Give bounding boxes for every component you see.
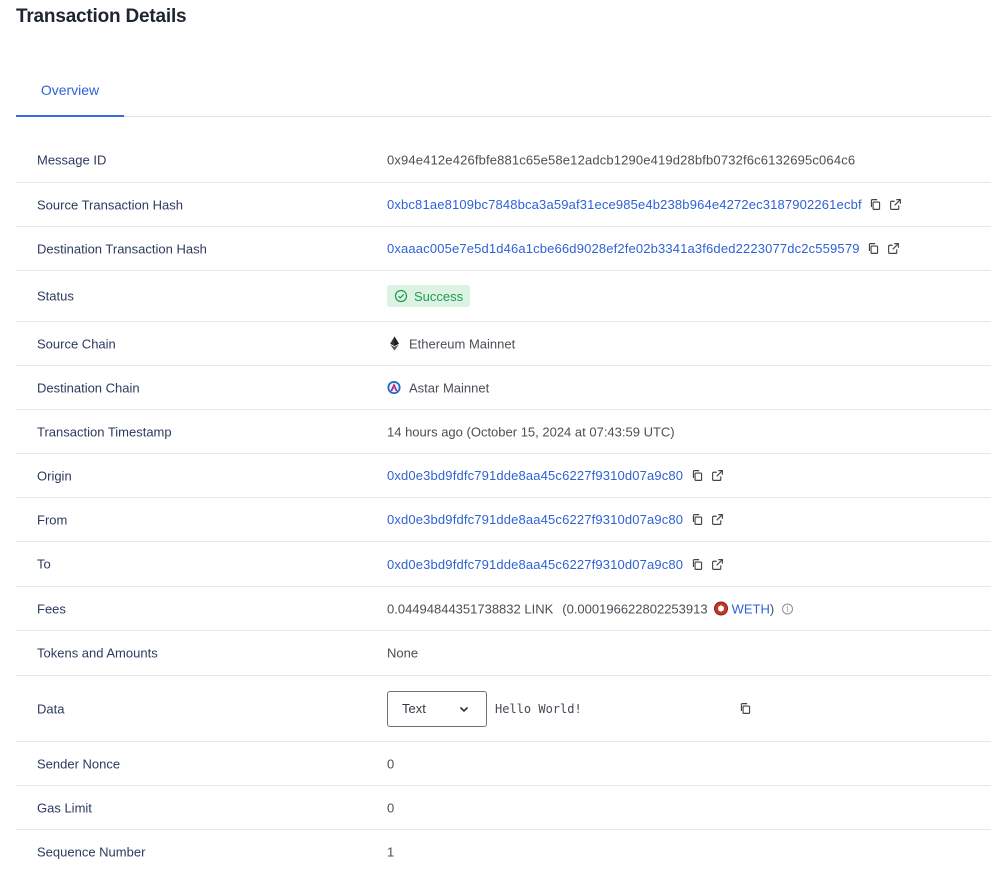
row-value: 0.04494844351738832 LINK (0.000196622802… (387, 601, 794, 616)
detail-row-sender-nonce: Sender Nonce 0 (16, 742, 991, 786)
detail-row-tokens: Tokens and Amounts None (16, 631, 991, 676)
row-value: 0xd0e3bd9fdfc791dde8aa45c6227f9310d07a9c… (387, 556, 725, 572)
info-icon[interactable]: i (782, 603, 794, 614)
detail-row-status: Status Success (16, 271, 991, 322)
copy-icon[interactable] (868, 197, 884, 213)
fees-close-paren: ) (769, 601, 775, 616)
detail-row-dest-chain: Destination Chain Astar Mainnet (16, 366, 991, 410)
copy-icon[interactable] (737, 701, 753, 717)
row-value: 0x94e412e426fbfe881c65e58e12adcb1290e419… (387, 153, 855, 168)
sender-nonce-value: 0 (387, 756, 395, 771)
dest-tx-hash-link[interactable]: 0xaaac005e7e5d1d46a1cbe66d9028ef2fe02b33… (387, 241, 860, 256)
row-label: Sender Nonce (37, 756, 121, 771)
row-value: 0xaaac005e7e5d1d46a1cbe66d9028ef2fe02b33… (387, 241, 902, 257)
detail-row-message-id: Message ID 0x94e412e426fbfe881c65e58e12a… (16, 138, 991, 183)
fees-link-amount: 0.04494844351738832 LINK (387, 601, 554, 616)
copy-icon[interactable] (689, 556, 705, 572)
dest-chain-name: Astar Mainnet (409, 380, 490, 395)
weth-icon (713, 601, 728, 616)
row-label: From (37, 512, 68, 527)
row-label: Transaction Timestamp (37, 424, 172, 439)
external-link-icon[interactable] (709, 468, 725, 484)
tab-bar: Overview (16, 64, 991, 117)
row-label: Gas Limit (37, 800, 92, 815)
gas-limit-value: 0 (387, 800, 395, 815)
row-value: Ethereum Mainnet (387, 336, 515, 351)
row-label: Status (37, 288, 74, 304)
row-label: Source Transaction Hash (37, 197, 183, 212)
source-tx-hash-link[interactable]: 0xbc81ae8109bc7848bca3a59af31ece985e4b23… (387, 197, 862, 212)
check-circle-icon (394, 289, 408, 303)
chevron-down-icon (459, 706, 469, 712)
ethereum-icon (387, 336, 401, 351)
astar-icon (387, 380, 401, 395)
row-value: 0xbc81ae8109bc7848bca3a59af31ece985e4b23… (387, 197, 904, 213)
detail-row-fees: Fees 0.04494844351738832 LINK (0.0001966… (16, 587, 991, 631)
row-value: None (387, 646, 418, 661)
copy-icon[interactable] (689, 512, 705, 528)
detail-row-dest-tx-hash: Destination Transaction Hash 0xaaac005e7… (16, 227, 991, 271)
row-label: Origin (37, 468, 72, 483)
row-value: 0xd0e3bd9fdfc791dde8aa45c6227f9310d07a9c… (387, 512, 725, 528)
detail-row-data: Data Text Hello World! (16, 676, 991, 742)
row-value: Success (387, 285, 471, 307)
origin-address-link[interactable]: 0xd0e3bd9fdfc791dde8aa45c6227f9310d07a9c… (387, 468, 683, 483)
tokens-value: None (387, 645, 419, 661)
external-link-icon[interactable] (886, 241, 902, 257)
row-label: Fees (37, 601, 66, 616)
row-value: 14 hours ago (October 15, 2024 at 07:43:… (387, 424, 675, 439)
row-value: 1 (387, 845, 394, 860)
from-address-link[interactable]: 0xd0e3bd9fdfc791dde8aa45c6227f9310d07a9c… (387, 512, 683, 527)
row-value: 0xd0e3bd9fdfc791dde8aa45c6227f9310d07a9c… (387, 468, 725, 484)
external-link-icon[interactable] (709, 556, 725, 572)
external-link-icon[interactable] (888, 197, 904, 213)
external-link-icon[interactable] (709, 512, 725, 528)
copy-icon[interactable] (866, 241, 882, 257)
row-label: Data (37, 701, 65, 716)
row-value: 0 (387, 800, 394, 815)
row-label: Destination Transaction Hash (37, 241, 207, 256)
row-label: Source Chain (37, 336, 116, 351)
to-address-link[interactable]: 0xd0e3bd9fdfc791dde8aa45c6227f9310d07a9c… (387, 557, 683, 572)
detail-row-from: From 0xd0e3bd9fdfc791dde8aa45c6227f9310d… (16, 498, 991, 542)
row-label: Tokens and Amounts (37, 645, 158, 661)
detail-row-sequence-number: Sequence Number 1 (16, 830, 991, 874)
sequence-number-value: 1 (387, 844, 395, 860)
detail-row-timestamp: Transaction Timestamp 14 hours ago (Octo… (16, 410, 991, 454)
status-text: Success (414, 288, 464, 304)
timestamp-value: 14 hours ago (October 15, 2024 at 07:43:… (387, 424, 675, 439)
tab-overview[interactable]: Overview (16, 64, 124, 117)
detail-row-source-chain: Source Chain Ethereum Mainnet (16, 322, 991, 366)
row-label: Destination Chain (37, 380, 140, 395)
row-label: Sequence Number (37, 844, 146, 860)
data-format-selected: Text (402, 701, 426, 716)
fees-converted-amount: (0.000196622802253913 (562, 601, 708, 616)
tab-overview-label: Overview (40, 81, 100, 98)
row-value: Astar Mainnet (387, 380, 489, 395)
source-chain-name: Ethereum Mainnet (409, 336, 516, 351)
row-value: 0 (387, 756, 394, 771)
page-title: Transaction Details (16, 6, 187, 27)
row-value: Text Hello World! (387, 690, 753, 727)
row-label: Message ID (37, 152, 107, 168)
data-value: Hello World! (495, 701, 582, 716)
detail-row-gas-limit: Gas Limit 0 (16, 786, 991, 830)
detail-row-to: To 0xd0e3bd9fdfc791dde8aa45c6227f9310d07… (16, 542, 991, 587)
detail-row-origin: Origin 0xd0e3bd9fdfc791dde8aa45c6227f931… (16, 454, 991, 498)
status-badge: Success (387, 285, 471, 307)
row-label: To (37, 556, 51, 572)
data-format-select[interactable]: Text (387, 690, 487, 727)
weth-token-link[interactable]: WETH (732, 601, 770, 616)
detail-row-source-tx-hash: Source Transaction Hash 0xbc81ae8109bc78… (16, 183, 991, 227)
copy-icon[interactable] (689, 468, 705, 484)
message-id-value: 0x94e412e426fbfe881c65e58e12adcb1290e419… (387, 152, 856, 168)
